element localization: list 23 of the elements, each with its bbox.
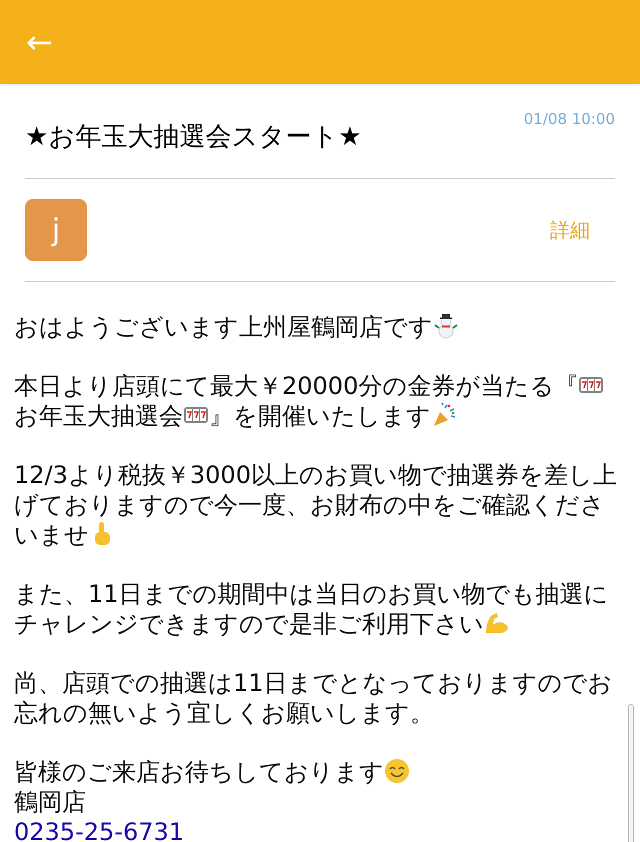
phone-link[interactable]: 0235-25-6731 (14, 818, 184, 842)
message-title: ★お年玉大抽選会スタート★ (25, 121, 362, 154)
message-text: 鶴岡店 (14, 788, 86, 816)
details-link[interactable]: 詳細 (550, 215, 590, 245)
message-text: 』を開催いたします (209, 402, 431, 430)
back-button[interactable]: ← (26, 26, 53, 58)
message-text: いませ (14, 521, 89, 549)
message-text: 忘れの無いよう宜しくお願いします。 (14, 699, 434, 727)
snowman-icon (433, 313, 459, 339)
message-text: 12/3より税抜￥3000以上のお買い物で抽選券を差し上 (14, 461, 617, 489)
message-text: 本日より店頭にて最大￥20000分の金券が当たる『 (14, 372, 578, 400)
message-text: チャレンジできますので是非ご利用下さい (14, 610, 484, 638)
message-date: 01/08 10:00 (524, 109, 615, 130)
message-text: お年玉大抽選会 (14, 402, 183, 430)
smiling-face-icon (384, 758, 410, 784)
message-text: げておりますので今一度、お財布の中をご確認くださ (14, 491, 605, 519)
flexed-arm-icon (484, 610, 510, 636)
message-text: おはようございます上州屋鶴岡店です (14, 313, 433, 341)
party-popper-icon (431, 402, 457, 428)
message-text: 皆様のご来店お待ちしております (14, 758, 384, 786)
message-text: 尚、店頭での抽選は11日までとなっておりますのでお (14, 669, 613, 697)
sender-avatar: j (25, 199, 87, 261)
message-text: また、11日までの期間中は当日のお買い物でも抽選に (14, 580, 609, 608)
